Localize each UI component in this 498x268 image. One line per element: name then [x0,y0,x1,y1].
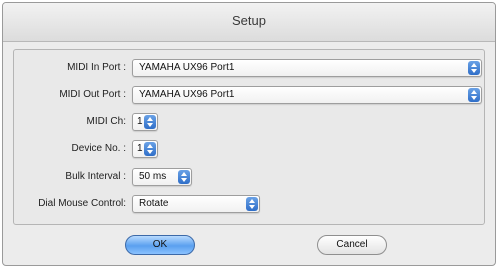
midi-out-port-row: MIDI Out Port : YAMAHA UX96 Port1 [14,85,484,107]
up-down-arrows-icon [144,115,156,129]
dial-mouse-control-label: Dial Mouse Control: [38,198,126,209]
title-bar[interactable]: Setup [3,3,495,42]
up-down-arrows-icon [246,197,258,211]
midi-in-port-row: MIDI In Port : YAMAHA UX96 Port1 [14,58,484,80]
settings-group: MIDI In Port : YAMAHA UX96 Port1 MIDI Ou… [13,49,485,225]
bulk-interval-label: Bulk Interval : [65,171,126,182]
cancel-button[interactable]: Cancel [317,235,387,255]
midi-in-port-label: MIDI In Port : [67,62,126,73]
device-no-label: Device No. : [71,143,126,154]
dial-mouse-control-value: Rotate [139,198,169,209]
midi-ch-value: 1 [137,116,143,127]
midi-in-port-value: YAMAHA UX96 Port1 [139,62,235,73]
midi-out-port-label: MIDI Out Port : [59,89,126,100]
midi-out-port-value: YAMAHA UX96 Port1 [139,89,235,100]
device-no-value: 1 [137,143,143,154]
midi-out-port-popup[interactable]: YAMAHA UX96 Port1 [132,86,482,104]
up-down-arrows-icon [144,142,156,156]
bulk-interval-value: 50 ms [139,171,167,182]
dialog-title: Setup [232,13,266,28]
midi-ch-popup[interactable]: 1 [132,113,158,131]
device-no-row: Device No. : 1 [14,139,484,161]
ok-button[interactable]: OK [125,235,195,255]
up-down-arrows-icon [468,88,480,102]
up-down-arrows-icon [468,61,480,75]
bulk-interval-popup[interactable]: 50 ms [132,168,192,186]
dial-mouse-control-popup[interactable]: Rotate [132,195,260,213]
midi-in-port-popup[interactable]: YAMAHA UX96 Port1 [132,59,482,77]
bulk-interval-row: Bulk Interval : 50 ms [14,167,484,189]
device-no-popup[interactable]: 1 [132,140,158,158]
midi-ch-label: MIDI Ch: [86,116,126,127]
midi-ch-row: MIDI Ch: 1 [14,112,484,134]
up-down-arrows-icon [178,170,190,184]
dial-mouse-control-row: Dial Mouse Control: Rotate [14,194,484,216]
setup-dialog: Setup MIDI In Port : YAMAHA UX96 Port1 M… [2,2,496,266]
